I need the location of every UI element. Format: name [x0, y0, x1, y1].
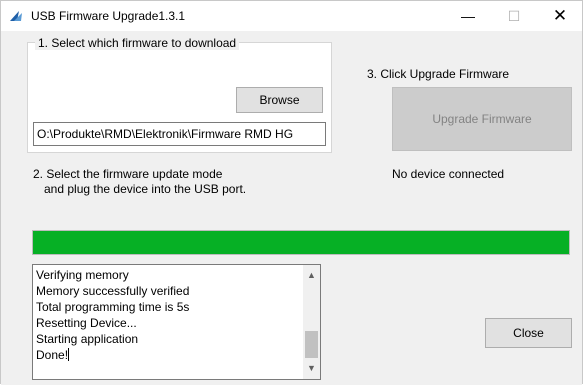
- browse-button[interactable]: Browse: [236, 87, 323, 113]
- step1-label: 1. Select which firmware to download: [35, 36, 240, 50]
- log-line: Starting application: [36, 332, 139, 346]
- log-textbox[interactable]: Verifying memory Memory successfully ver…: [32, 264, 321, 380]
- scroll-down-arrow-icon[interactable]: ▼: [303, 360, 320, 377]
- log-scrollbar[interactable]: ▲ ▼: [303, 265, 320, 379]
- title-bar[interactable]: USB Firmware Upgrade1.3.1 — ☐ ✕: [1, 1, 582, 31]
- upgrade-progress-bar: [32, 230, 570, 255]
- device-status-text: No device connected: [392, 167, 505, 181]
- close-window-button[interactable]: ✕: [537, 1, 583, 31]
- upgrade-firmware-button[interactable]: Upgrade Firmware: [392, 87, 572, 151]
- step3-label: 3. Click Upgrade Firmware: [367, 67, 510, 81]
- step2-label-line1: 2. Select the firmware update mode: [33, 167, 223, 181]
- scroll-thumb[interactable]: [305, 331, 318, 358]
- log-lines: Verifying memory Memory successfully ver…: [36, 267, 302, 363]
- maximize-button[interactable]: ☐: [491, 1, 537, 31]
- step2-label-line2: and plug the device into the USB port.: [44, 182, 247, 196]
- close-button[interactable]: Close: [485, 318, 572, 348]
- log-line-text: Done!: [36, 348, 69, 362]
- upgrade-window: USB Firmware Upgrade1.3.1 — ☐ ✕ 1. Selec…: [0, 0, 583, 385]
- log-line-last: Done!: [36, 347, 302, 363]
- app-icon: [10, 10, 24, 22]
- progress-fill: [33, 231, 569, 254]
- window-title: USB Firmware Upgrade1.3.1: [31, 9, 186, 23]
- log-line: Total programming time is 5s: [36, 300, 190, 314]
- text-caret: [68, 348, 70, 361]
- log-line: Verifying memory: [36, 268, 129, 282]
- firmware-path-field[interactable]: O:\Produkte\RMD\Elektronik\Firmware RMD …: [33, 122, 326, 146]
- scroll-up-arrow-icon[interactable]: ▲: [303, 267, 320, 284]
- minimize-button[interactable]: —: [445, 1, 491, 31]
- log-line: Memory successfully verified: [36, 284, 190, 298]
- log-line: Resetting Device...: [36, 316, 137, 330]
